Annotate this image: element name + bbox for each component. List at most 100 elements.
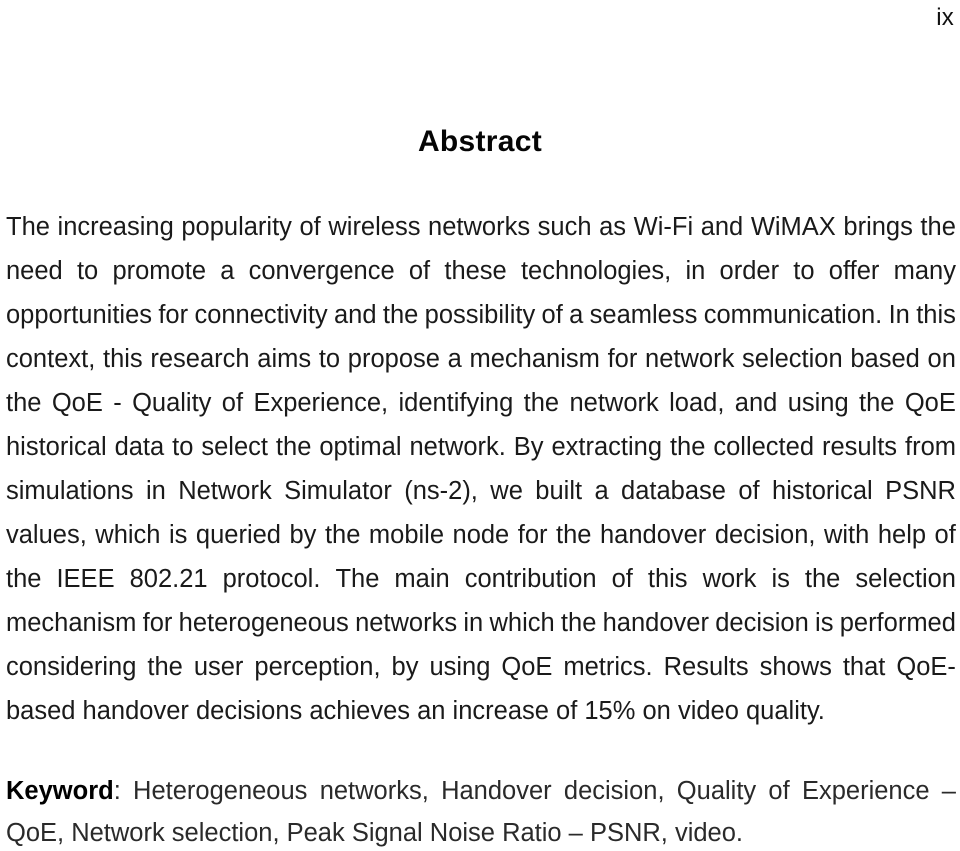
abstract-word: QoE xyxy=(501,653,553,681)
abstract-word: decision, xyxy=(714,521,816,549)
abstract-word: communication. xyxy=(703,301,883,329)
abstract-word: the xyxy=(6,565,42,593)
abstract-word: from xyxy=(905,433,956,461)
abstract-word: to xyxy=(318,345,341,373)
abstract-word: By xyxy=(513,433,544,461)
abstract-word: results xyxy=(821,433,898,461)
abstract-word: QoE xyxy=(51,389,103,417)
abstract-word: opportunities xyxy=(6,301,153,329)
abstract-word: WiMAX xyxy=(750,213,836,241)
abstract-word: Experience, xyxy=(253,389,389,417)
abstract-word: a xyxy=(594,477,609,505)
abstract-word: by xyxy=(289,521,317,549)
abstract-line: considering the user perception, by using QoE m… xyxy=(6,645,956,689)
abstract-word: mechanism xyxy=(469,345,600,373)
abstract-line: mechanism for heterogeneous networks in which… xyxy=(6,601,956,645)
abstract-word: and xyxy=(334,301,377,329)
abstract-word: queried xyxy=(195,521,281,549)
abstract-word: for xyxy=(607,345,638,373)
abstract-word: network. xyxy=(409,433,506,461)
abstract-word: possibility xyxy=(424,301,536,329)
abstract-word: heterogeneous xyxy=(178,609,349,637)
abstract-word: Quality xyxy=(132,389,212,417)
abstract-word: the xyxy=(669,433,706,461)
abstract-word: seamless xyxy=(589,301,698,329)
abstract-word: in xyxy=(685,257,706,285)
abstract-word: collected xyxy=(713,433,815,461)
abstract-word: popularity xyxy=(181,213,292,241)
abstract-word: is xyxy=(169,521,188,549)
abstract-word: these xyxy=(444,257,507,285)
abstract-word: simulations xyxy=(6,477,134,505)
abstract-line: context, this research aims to propose a mechan… xyxy=(6,337,956,381)
abstract-word: aims xyxy=(257,345,312,373)
abstract-word: The xyxy=(335,565,380,593)
abstract-word: decision xyxy=(715,609,809,637)
keyword-term: Heterogeneous xyxy=(133,777,308,805)
page-number: ix xyxy=(936,4,954,31)
abstract-body: The increasing popularity of wireless network… xyxy=(6,205,956,733)
abstract-word: the xyxy=(324,521,361,549)
abstract-word: promote xyxy=(112,257,206,285)
abstract-word: a xyxy=(220,257,235,285)
abstract-word: identifying xyxy=(398,389,514,417)
abstract-word: offer xyxy=(828,257,880,285)
abstract-word: network xyxy=(569,389,659,417)
abstract-line: the IEEE 802.21 protocol. The main contributio… xyxy=(6,557,956,601)
abstract-word: we xyxy=(490,477,523,505)
abstract-line: simulations in Network Simulator (ns-2), we bu… xyxy=(6,469,956,513)
abstract-word: on xyxy=(927,345,956,373)
abstract-word: historical xyxy=(6,433,107,461)
abstract-line: values, which is queried by the mobile node for t… xyxy=(6,513,956,557)
abstract-word: (ns-2), xyxy=(404,477,478,505)
abstract-word: which xyxy=(95,521,161,549)
abstract-word: The xyxy=(6,213,50,241)
abstract-word: node xyxy=(452,521,510,549)
abstract-word: help xyxy=(877,521,927,549)
abstract-word: of xyxy=(299,213,321,241)
abstract-word: to xyxy=(172,433,194,461)
keyword-term: – xyxy=(941,777,956,805)
abstract-word: the xyxy=(6,389,42,417)
abstract-word: a xyxy=(569,301,584,329)
abstract-word: of xyxy=(738,477,760,505)
page-title: Abstract xyxy=(417,125,543,158)
abstract-word: is xyxy=(815,609,834,637)
keyword-term: decision, xyxy=(563,777,665,805)
abstract-word: which xyxy=(489,609,555,637)
abstract-word: Wi-Fi xyxy=(633,213,694,241)
abstract-word: Network xyxy=(178,477,272,505)
abstract-word: the xyxy=(523,389,560,417)
abstract-line: The increasing popularity of wireless network… xyxy=(6,205,956,249)
abstract-word: networks xyxy=(355,609,458,637)
abstract-word: of xyxy=(934,521,956,549)
abstract-word: a xyxy=(447,345,462,373)
keyword-line-2-text: QoE, Network selection, Peak Signal Nois… xyxy=(6,819,744,847)
abstract-line: need to promote a convergence of these technolo… xyxy=(6,249,956,293)
abstract-word: 802.21 xyxy=(129,565,208,593)
abstract-word: the xyxy=(275,433,312,461)
abstract-word: In xyxy=(888,301,910,329)
keyword-term: of xyxy=(768,777,790,805)
abstract-word: convergence xyxy=(248,257,395,285)
abstract-word: main xyxy=(394,565,450,593)
abstract-word: need xyxy=(6,257,63,285)
abstract-line: based handover decisions achieves an inc… xyxy=(6,697,825,725)
abstract-word: - xyxy=(113,389,122,417)
abstract-word: to xyxy=(76,257,99,285)
abstract-word: shows xyxy=(759,653,832,681)
abstract-word: for xyxy=(517,521,548,549)
abstract-word: work xyxy=(702,565,757,593)
abstract-word: data xyxy=(114,433,165,461)
abstract-word: handover xyxy=(599,521,707,549)
keyword-line-2: QoE, Network selection, Peak Signal Nois… xyxy=(6,812,956,851)
keyword-term: networks, xyxy=(319,777,429,805)
abstract-word: propose xyxy=(347,345,440,373)
abstract-line: historical data to select the optimal network.… xyxy=(6,425,956,469)
abstract-word: database xyxy=(621,477,726,505)
abstract-word: the xyxy=(556,521,592,549)
abstract-word: user xyxy=(193,653,244,681)
abstract-word: for xyxy=(142,609,173,637)
abstract-word: using xyxy=(429,653,491,681)
abstract-word: this xyxy=(647,565,688,593)
